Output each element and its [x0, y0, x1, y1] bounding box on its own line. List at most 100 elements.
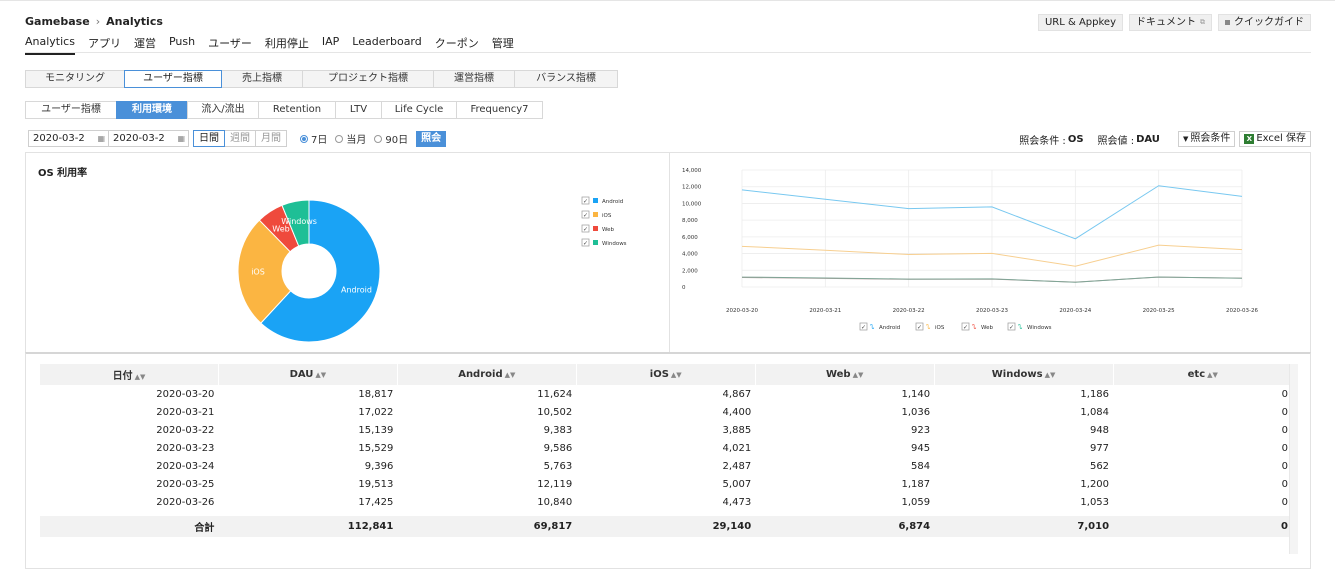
legend-line-icon: ᔐ — [972, 324, 977, 331]
legend-label: Windows — [1027, 325, 1052, 331]
cell-date: 2020-03-24 — [156, 460, 215, 472]
table-row: 2020-03-24 9,396 5,763 2,487 584 562 0 — [40, 457, 1293, 475]
header-etc[interactable]: etc ▲▼ — [1112, 364, 1292, 385]
table-row: 2020-03-20 18,817 11,624 4,867 1,140 1,1… — [40, 385, 1293, 403]
url-appkey-button[interactable]: URL & Appkey — [1037, 14, 1123, 31]
table-header-row: 日付 ▲▼ DAU ▲▼ Android ▲▼ iOS ▲▼ Web ▲▼ Windows… — [39, 364, 1292, 385]
x-tick-label: 2020-03-20 — [726, 308, 758, 314]
external-link-icon: ⧉ — [1200, 18, 1205, 26]
cell-android: 5,763 — [543, 460, 573, 472]
granularity-monthly[interactable]: 月間 — [255, 130, 287, 147]
docs-button[interactable]: ドキュメント ⧉ — [1129, 14, 1212, 31]
tab-project-metrics[interactable]: プロジェクト指標 — [302, 70, 434, 88]
check-icon: ✓ — [583, 212, 588, 219]
sort-icon: ▲▼ — [315, 371, 327, 379]
subtab-ltv[interactable]: LTV — [335, 101, 382, 119]
header-ios[interactable]: iOS ▲▼ — [575, 364, 756, 385]
legend-label: Windows — [602, 241, 627, 247]
total-ios: 29,140 — [576, 516, 756, 537]
cell-web: 923 — [911, 424, 931, 436]
table-scrollbar[interactable] — [1289, 364, 1298, 554]
filter-conditions-button[interactable]: ▼ 照会条件 — [1177, 131, 1236, 147]
line-chart: 0 2,000 4,000 6,000 8,000 10,000 12,000 14,000 2… — [682, 168, 1258, 331]
subtab-life-cycle[interactable]: Life Cycle — [381, 101, 457, 119]
cell-windows: 1,200 — [1080, 478, 1110, 490]
filter-bar: 2020-03-2 ▦ 2020-03-2 ▦ 日間 週間 月間 7日 当月 90日… — [28, 130, 447, 147]
subtab-frequency7[interactable]: Frequency7 — [456, 101, 543, 119]
start-date-field[interactable]: 2020-03-2 ▦ — [28, 130, 109, 147]
donut-slice-label: Windows — [281, 217, 317, 226]
header-label: Windows — [991, 369, 1043, 380]
x-tick-label: 2020-03-24 — [1059, 308, 1091, 314]
table-total-row: 合計 112,841 69,817 29,140 6,874 7,010 0 — [39, 516, 1292, 537]
header-windows[interactable]: Windows ▲▼ — [933, 364, 1114, 385]
cell-ios: 4,473 — [722, 496, 752, 508]
donut-slice-label: iOS — [251, 268, 265, 277]
guide-icon — [1225, 20, 1230, 25]
table-row: 2020-03-22 15,139 9,383 3,885 923 948 0 — [40, 421, 1293, 439]
query-condition-label: 照会条件 : — [1019, 135, 1066, 147]
legend-line-icon: ᔐ — [870, 324, 875, 331]
cell-web: 1,140 — [901, 388, 931, 400]
legend-label: iOS — [602, 213, 612, 219]
legend-label: Android — [602, 199, 623, 205]
total-android: 69,817 — [397, 516, 577, 537]
range-label: 90日 — [385, 135, 409, 146]
header-label: iOS — [649, 369, 669, 380]
check-icon: ✓ — [1009, 324, 1014, 331]
tab-operation-metrics[interactable]: 運営指標 — [433, 70, 515, 88]
legend-swatch — [593, 212, 598, 217]
subtab-retention[interactable]: Retention — [258, 101, 336, 119]
y-tick-label: 2,000 — [682, 268, 698, 274]
data-table-panel: 日付 ▲▼ DAU ▲▼ Android ▲▼ iOS ▲▼ Web ▲▼ Windows… — [25, 352, 1311, 569]
cell-web: 1,187 — [901, 478, 931, 490]
subtab-inflow-outflow[interactable]: 流入/流出 — [187, 101, 259, 119]
query-button[interactable]: 照会 — [416, 130, 447, 147]
header-date[interactable]: 日付 ▲▼ — [39, 364, 219, 385]
cell-date: 2020-03-21 — [156, 406, 215, 418]
docs-label: ドキュメント — [1136, 17, 1196, 28]
y-tick-label: 10,000 — [682, 201, 702, 207]
cell-windows: 562 — [1089, 460, 1110, 472]
end-date-field[interactable]: 2020-03-2 ▦ — [108, 130, 189, 147]
calendar-icon[interactable]: ▦ — [177, 131, 185, 146]
tab-user-metrics[interactable]: ユーザー指標 — [124, 70, 222, 88]
subtab-environment[interactable]: 利用環境 — [116, 101, 188, 119]
cell-ios: 2,487 — [722, 460, 752, 472]
query-condition-value: OS — [1067, 133, 1084, 145]
check-icon: ✓ — [583, 240, 588, 247]
cell-dau: 15,139 — [358, 424, 394, 436]
query-value-value: DAU — [1136, 133, 1160, 145]
tab-monitoring[interactable]: モニタリング — [25, 70, 125, 88]
range-this-month[interactable]: 当月 — [335, 131, 366, 146]
range-90days[interactable]: 90日 — [374, 131, 408, 146]
table-row: 2020-03-26 17,425 10,840 4,473 1,059 1,0… — [40, 493, 1293, 511]
radio-icon — [300, 134, 308, 143]
excel-save-button[interactable]: X Excel 保存 — [1239, 131, 1311, 147]
granularity-daily[interactable]: 日間 — [193, 130, 225, 147]
cell-dau: 9,396 — [364, 460, 394, 472]
check-icon: ✓ — [861, 324, 866, 331]
breadcrumb-root[interactable]: Gamebase — [25, 15, 90, 28]
chart-panel: OS 利用率 Android iOS Web Windows ✓ Android ✓ iOS ✓… — [25, 152, 1311, 353]
y-tick-label: 12,000 — [682, 185, 702, 191]
range-7days[interactable]: 7日 — [300, 131, 327, 146]
calendar-icon[interactable]: ▦ — [97, 131, 105, 146]
header-dau[interactable]: DAU ▲▼ — [217, 364, 398, 385]
granularity-weekly[interactable]: 週間 — [224, 130, 256, 147]
header-android[interactable]: Android ▲▼ — [396, 364, 577, 385]
granularity-toggle: 日間 週間 月間 — [193, 130, 287, 147]
subtab-user-metrics[interactable]: ユーザー指標 — [25, 101, 117, 119]
tab-sales-metrics[interactable]: 売上指標 — [221, 70, 303, 88]
header-web[interactable]: Web ▲▼ — [754, 364, 935, 385]
cell-ios: 4,867 — [722, 388, 752, 400]
cell-dau: 19,513 — [358, 478, 394, 490]
cell-ios: 4,021 — [722, 442, 752, 454]
quick-guide-button[interactable]: クイックガイド — [1218, 14, 1311, 31]
cell-web: 1,059 — [901, 496, 931, 508]
tab-balance-metrics[interactable]: バランス指標 — [514, 70, 618, 88]
x-tick-label: 2020-03-26 — [1226, 308, 1258, 314]
legend-swatch — [593, 198, 598, 203]
cell-android: 12,119 — [537, 478, 573, 490]
cell-android: 10,840 — [537, 496, 573, 508]
